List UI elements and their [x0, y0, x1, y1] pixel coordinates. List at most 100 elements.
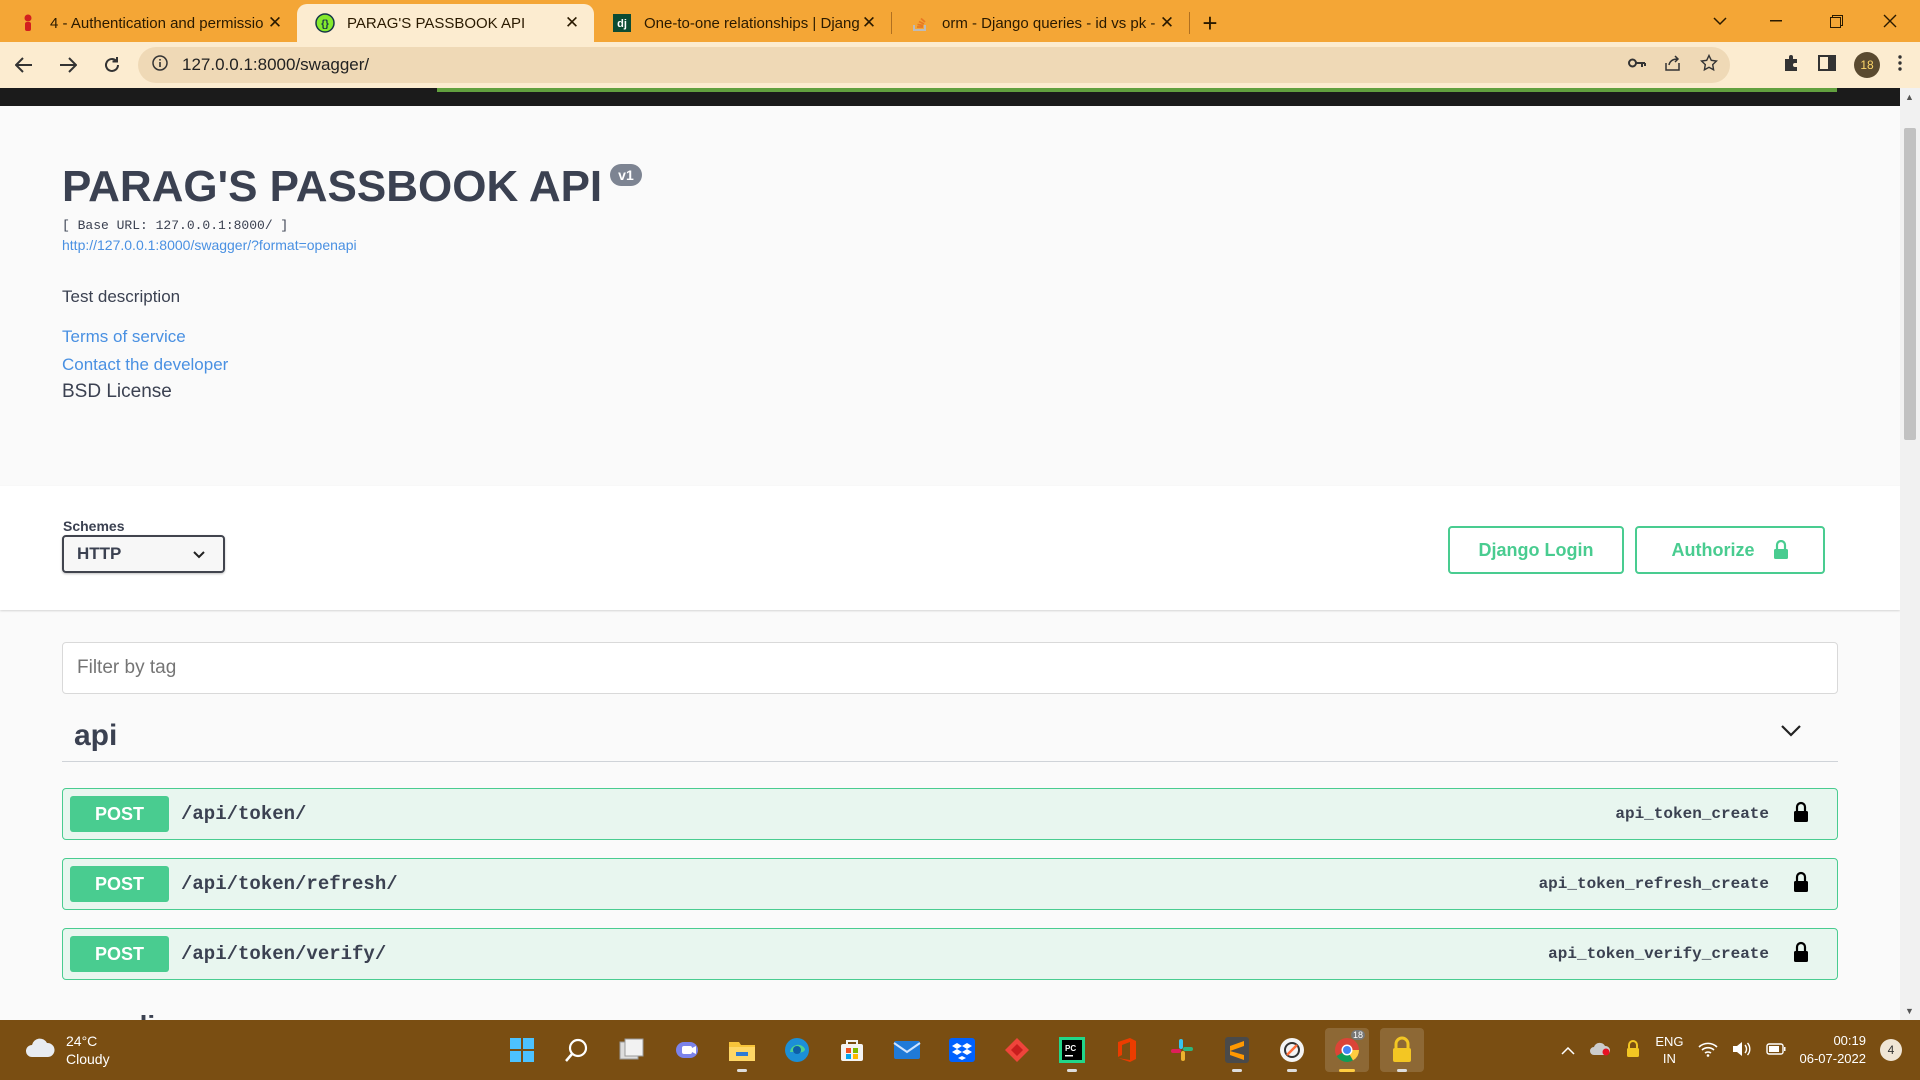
clock[interactable]: 00:19 06-07-2022: [1800, 1032, 1867, 1068]
mail-icon[interactable]: [885, 1028, 929, 1072]
profile-avatar[interactable]: 18: [1854, 52, 1880, 78]
close-tab-icon[interactable]: ✕: [265, 13, 285, 33]
scroll-up-arrow-icon[interactable]: ▲: [1905, 92, 1914, 102]
system-tray: ENG IN 00:19 06-07-2022 4: [1561, 1020, 1902, 1080]
teams-chat-icon[interactable]: [665, 1028, 709, 1072]
terms-of-service-link[interactable]: Terms of service: [62, 327, 1838, 347]
dropbox-icon[interactable]: [940, 1028, 984, 1072]
bookmark-star-icon[interactable]: [1699, 53, 1719, 77]
lock-icon[interactable]: [1793, 941, 1809, 968]
side-panel-icon[interactable]: [1818, 54, 1836, 76]
weather-widget[interactable]: 24°C Cloudy: [24, 1032, 110, 1068]
close-tab-icon[interactable]: ✕: [859, 13, 879, 33]
tab-title: 4 - Authentication and permissio: [50, 14, 264, 32]
tab-title: One-to-one relationships | Djang: [644, 14, 859, 32]
close-window-button[interactable]: [1860, 0, 1920, 42]
browser-toolbar: 127.0.0.1:8000/swagger/ 18: [0, 42, 1920, 88]
swagger-topbar: [0, 88, 1900, 106]
slack-icon[interactable]: [1160, 1028, 1204, 1072]
operation-path: /api/token/verify/: [181, 943, 387, 965]
windows-start-icon[interactable]: [500, 1028, 544, 1072]
edge-browser-icon[interactable]: [775, 1028, 819, 1072]
search-icon[interactable]: [555, 1028, 599, 1072]
input-language[interactable]: ENG IN: [1655, 1033, 1683, 1067]
sublime-text-icon[interactable]: [1215, 1028, 1259, 1072]
tab-django-docs[interactable]: dj One-to-one relationships | Djang ✕: [594, 4, 891, 42]
tab-stackoverflow[interactable]: orm - Django queries - id vs pk - ✕: [892, 4, 1189, 42]
task-view-icon[interactable]: [610, 1028, 654, 1072]
base-url: [ Base URL: 127.0.0.1:8000/ ]: [62, 218, 289, 233]
new-tab-button[interactable]: +: [1190, 4, 1230, 42]
anydesk-icon[interactable]: [995, 1028, 1039, 1072]
api-title-text: PARAG'S PASSBOOK API: [62, 162, 603, 211]
vpn-lock-icon[interactable]: [1380, 1028, 1424, 1072]
operation-id: api_token_verify_create: [1548, 945, 1769, 963]
django-icon: dj: [612, 13, 632, 33]
weather-description: Cloudy: [66, 1051, 110, 1067]
contact-developer-link[interactable]: Contact the developer: [62, 355, 1838, 375]
share-icon[interactable]: [1664, 54, 1682, 77]
unlocked-padlock-icon: [1773, 540, 1789, 560]
running-indicator: [1397, 1069, 1407, 1072]
schemes-section: Schemes HTTP Django Login Authorize: [0, 486, 1900, 610]
onedrive-icon[interactable]: [1589, 1042, 1611, 1059]
svg-text:{}: {}: [321, 19, 329, 30]
file-explorer-icon[interactable]: [720, 1028, 764, 1072]
more-menu-icon[interactable]: [1898, 54, 1902, 76]
url-text[interactable]: 127.0.0.1:8000/swagger/: [182, 55, 369, 75]
topbar-explore-bar: [437, 88, 1837, 92]
chrome-icon[interactable]: 18: [1325, 1028, 1369, 1072]
schemes-select[interactable]: HTTP: [62, 535, 225, 573]
svg-text:dj: dj: [617, 18, 627, 30]
back-arrow-icon[interactable]: [4, 45, 44, 85]
wifi-icon[interactable]: [1697, 1041, 1718, 1060]
lock-icon[interactable]: [1793, 871, 1809, 898]
method-badge: POST: [70, 796, 169, 832]
operation-row[interactable]: POST /api/token/ api_token_create: [62, 788, 1838, 840]
page-title: PARAG'S PASSBOOK API v1: [62, 162, 1838, 212]
vpn-tray-icon[interactable]: [1625, 1039, 1641, 1061]
filter-by-tag-input[interactable]: Filter by tag: [62, 642, 1838, 694]
forward-arrow-icon[interactable]: [48, 45, 88, 85]
operation-row[interactable]: POST /api/token/refresh/ api_token_refre…: [62, 858, 1838, 910]
tab-search-icon[interactable]: [1690, 0, 1750, 42]
battery-icon[interactable]: [1765, 1042, 1786, 1058]
license-text: BSD License: [62, 381, 172, 402]
tag-header-api[interactable]: api: [62, 710, 1838, 762]
clock-time: 00:19: [1833, 1033, 1866, 1048]
site-info-icon[interactable]: [152, 54, 168, 76]
pycharm-icon[interactable]: PC: [1050, 1028, 1094, 1072]
microsoft-store-icon[interactable]: [830, 1028, 874, 1072]
tab-youtube[interactable]: 4 - Authentication and permissio ✕: [0, 4, 297, 42]
operation-path: /api/token/refresh/: [181, 873, 398, 895]
office-icon[interactable]: [1105, 1028, 1149, 1072]
close-tab-icon[interactable]: ✕: [562, 13, 582, 33]
reload-icon[interactable]: [92, 45, 132, 85]
maximize-button[interactable]: [1806, 0, 1866, 42]
running-indicator: [737, 1069, 747, 1072]
django-login-button[interactable]: Django Login: [1448, 526, 1624, 574]
close-tab-icon[interactable]: ✕: [1157, 13, 1177, 33]
scrollbar-thumb[interactable]: [1904, 128, 1916, 440]
postman-icon[interactable]: [1270, 1028, 1314, 1072]
running-indicator: [1232, 1069, 1242, 1072]
youtube-red-icon: [18, 13, 38, 33]
openapi-spec-link[interactable]: http://127.0.0.1:8000/swagger/?format=op…: [62, 237, 357, 253]
chevron-down-icon[interactable]: [1780, 724, 1802, 743]
page-scrollbar[interactable]: ▲ ▼: [1900, 88, 1920, 1020]
address-bar[interactable]: 127.0.0.1:8000/swagger/: [138, 47, 1730, 83]
scroll-down-arrow-icon[interactable]: ▼: [1905, 1006, 1914, 1016]
tab-title: orm - Django queries - id vs pk -: [942, 14, 1156, 32]
key-icon[interactable]: [1628, 56, 1646, 74]
show-hidden-icons-icon[interactable]: [1561, 1043, 1575, 1058]
tab-swagger[interactable]: {} PARAG'S PASSBOOK API ✕: [297, 4, 594, 42]
operation-row[interactable]: POST /api/token/verify/ api_token_verify…: [62, 928, 1838, 980]
operation-id: api_token_refresh_create: [1538, 875, 1769, 893]
extensions-puzzle-icon[interactable]: [1782, 54, 1800, 77]
notification-count-badge[interactable]: 4: [1880, 1039, 1902, 1061]
authorize-button[interactable]: Authorize: [1635, 526, 1825, 574]
minimize-button[interactable]: [1746, 0, 1806, 42]
lock-icon[interactable]: [1793, 801, 1809, 828]
volume-icon[interactable]: [1732, 1041, 1752, 1060]
stackoverflow-icon: [910, 13, 930, 33]
